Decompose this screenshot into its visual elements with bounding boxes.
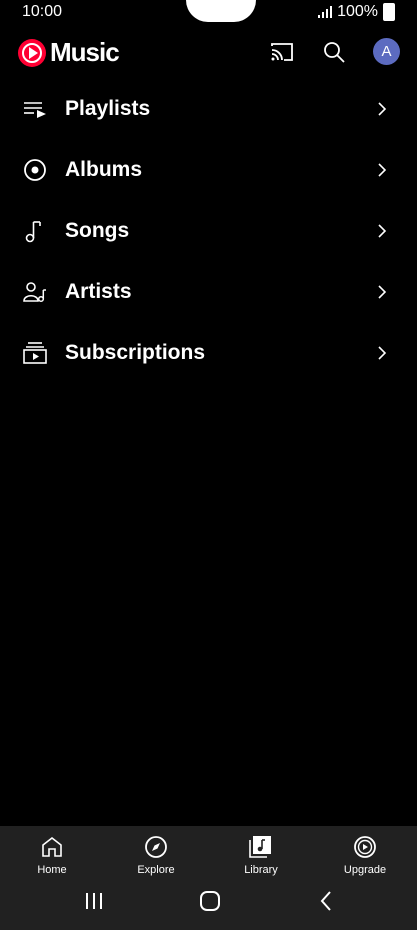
battery-icon <box>383 3 395 21</box>
album-icon <box>24 158 46 181</box>
library-item-artists[interactable]: Artists <box>0 261 417 322</box>
library-item-label: Songs <box>65 218 130 242</box>
artist-icon <box>23 281 46 302</box>
library-icon <box>249 836 271 858</box>
nav-tab-home[interactable]: Home <box>12 834 92 876</box>
avatar[interactable]: A <box>373 38 400 65</box>
chevron-right-icon <box>378 223 387 238</box>
chevron-right-icon <box>378 284 387 299</box>
nav-tab-label: Home <box>37 864 67 876</box>
home-button-icon[interactable] <box>199 890 221 912</box>
playlist-icon <box>24 101 46 118</box>
chevron-right-icon <box>378 101 387 116</box>
library-menu: Playlists Albums Songs Artists Subscript… <box>0 78 417 383</box>
bottom-navigation: Home Explore Library Upgrade <box>0 826 417 930</box>
status-time: 10:00 <box>22 3 63 20</box>
app-name: Music <box>50 37 120 67</box>
upgrade-icon <box>354 836 376 858</box>
status-bar: 10:00 100% <box>0 0 417 24</box>
music-note-icon <box>25 220 41 242</box>
nav-tab-explore[interactable]: Explore <box>116 834 196 876</box>
library-item-label: Albums <box>65 157 143 181</box>
library-item-label: Artists <box>65 279 132 303</box>
compass-icon <box>145 836 167 858</box>
camera-notch <box>186 0 256 22</box>
library-item-songs[interactable]: Songs <box>0 200 417 261</box>
library-item-label: Subscriptions <box>65 340 206 364</box>
library-item-playlists[interactable]: Playlists <box>0 78 417 139</box>
avatar-letter: A <box>381 43 392 60</box>
status-right: 100% <box>318 3 395 21</box>
library-item-subscriptions[interactable]: Subscriptions <box>0 322 417 383</box>
nav-tab-label: Explore <box>137 864 175 876</box>
cast-icon[interactable] <box>268 38 296 66</box>
nav-tab-upgrade[interactable]: Upgrade <box>325 834 405 876</box>
back-icon[interactable] <box>318 890 334 912</box>
chevron-right-icon <box>378 345 387 360</box>
chevron-right-icon <box>378 162 387 177</box>
youtube-music-logo-icon <box>18 38 46 67</box>
search-icon[interactable] <box>320 38 348 66</box>
app-logo[interactable]: Music <box>18 37 120 68</box>
nav-tab-label: Upgrade <box>343 864 387 876</box>
home-icon <box>42 836 62 857</box>
system-navigation-bar <box>0 876 417 930</box>
app-bar: Music A <box>0 32 417 72</box>
library-item-albums[interactable]: Albums <box>0 139 417 200</box>
signal-icon <box>318 6 333 18</box>
nav-tab-library[interactable]: Library <box>221 834 301 876</box>
library-item-label: Playlists <box>65 96 151 120</box>
recent-apps-icon[interactable] <box>84 891 104 911</box>
nav-tab-label: Library <box>244 864 278 876</box>
battery-percent: 100% <box>337 3 378 20</box>
subscriptions-icon <box>23 341 47 364</box>
